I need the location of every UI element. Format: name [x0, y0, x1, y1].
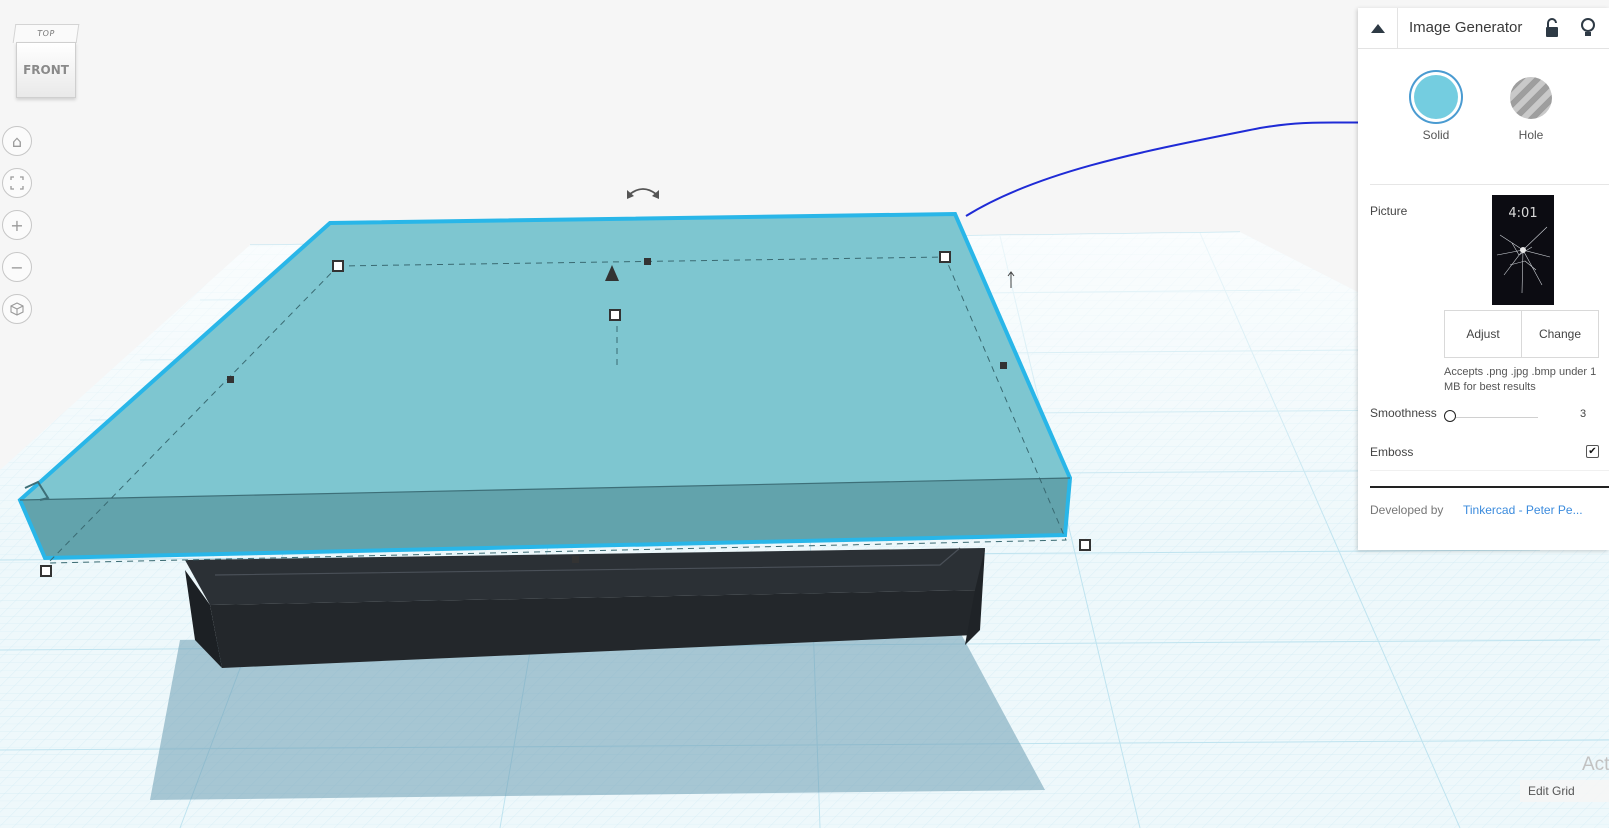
hole-label: Hole — [1518, 128, 1544, 142]
developed-by-label: Developed by — [1370, 503, 1444, 517]
picture-hint: Accepts .png .jpg .bmp under 1 MB for be… — [1444, 366, 1597, 393]
zoom-in-button[interactable]: + — [2, 210, 32, 240]
annotation-arrow — [965, 119, 1406, 217]
view-cube[interactable]: TOP FRONT — [12, 24, 80, 98]
perspective-button[interactable] — [2, 294, 32, 324]
smoothness-value: 3 — [1580, 408, 1587, 420]
cube-icon — [10, 302, 24, 316]
smoothness-slider-handle[interactable] — [1444, 410, 1456, 422]
home-view-button[interactable]: ⌂ — [2, 126, 32, 156]
hole-swatch[interactable] — [1510, 77, 1552, 119]
shape-inspector-panel: Image Generator Solid Hole Picture 4:01 … — [1358, 8, 1609, 550]
unlock-icon[interactable] — [1543, 17, 1563, 39]
zoom-out-button[interactable]: − — [2, 252, 32, 282]
panel-header: Image Generator — [1358, 8, 1609, 49]
lightbulb-icon[interactable] — [1578, 17, 1598, 39]
checkmark-icon: ✔ — [1588, 446, 1597, 457]
view-cube-top[interactable]: TOP — [12, 24, 80, 43]
thumbnail-clock: 4:01 — [1508, 206, 1537, 221]
view-cube-front[interactable]: FRONT — [16, 42, 76, 98]
fit-view-button[interactable] — [2, 168, 32, 198]
picture-label: Picture — [1370, 204, 1408, 218]
minus-icon: − — [10, 257, 24, 277]
panel-title: Image Generator — [1409, 19, 1523, 36]
home-icon: ⌂ — [11, 131, 23, 151]
activation-watermark: Act — [1582, 754, 1609, 775]
smoothness-label: Smoothness — [1370, 406, 1437, 420]
smoothness-slider-track[interactable] — [1448, 417, 1538, 418]
adjust-button[interactable]: Adjust — [1444, 310, 1522, 358]
edit-grid-button[interactable]: Edit Grid — [1520, 780, 1609, 802]
emboss-label: Emboss — [1370, 445, 1414, 459]
caret-up-icon — [1370, 23, 1385, 33]
collapse-panel-button[interactable] — [1358, 8, 1398, 48]
plus-icon: + — [10, 215, 24, 235]
picture-thumbnail: 4:01 — [1492, 195, 1554, 305]
fit-icon — [10, 176, 24, 190]
selected-box-shape — [17, 211, 1073, 561]
rotate-handle — [629, 188, 657, 195]
solid-swatch[interactable] — [1414, 75, 1458, 119]
emboss-checkbox[interactable]: ✔ — [1586, 445, 1599, 458]
change-button[interactable]: Change — [1521, 310, 1599, 358]
developer-link[interactable]: Tinkercad - Peter Pe... — [1463, 503, 1603, 517]
solid-label: Solid — [1422, 128, 1450, 142]
